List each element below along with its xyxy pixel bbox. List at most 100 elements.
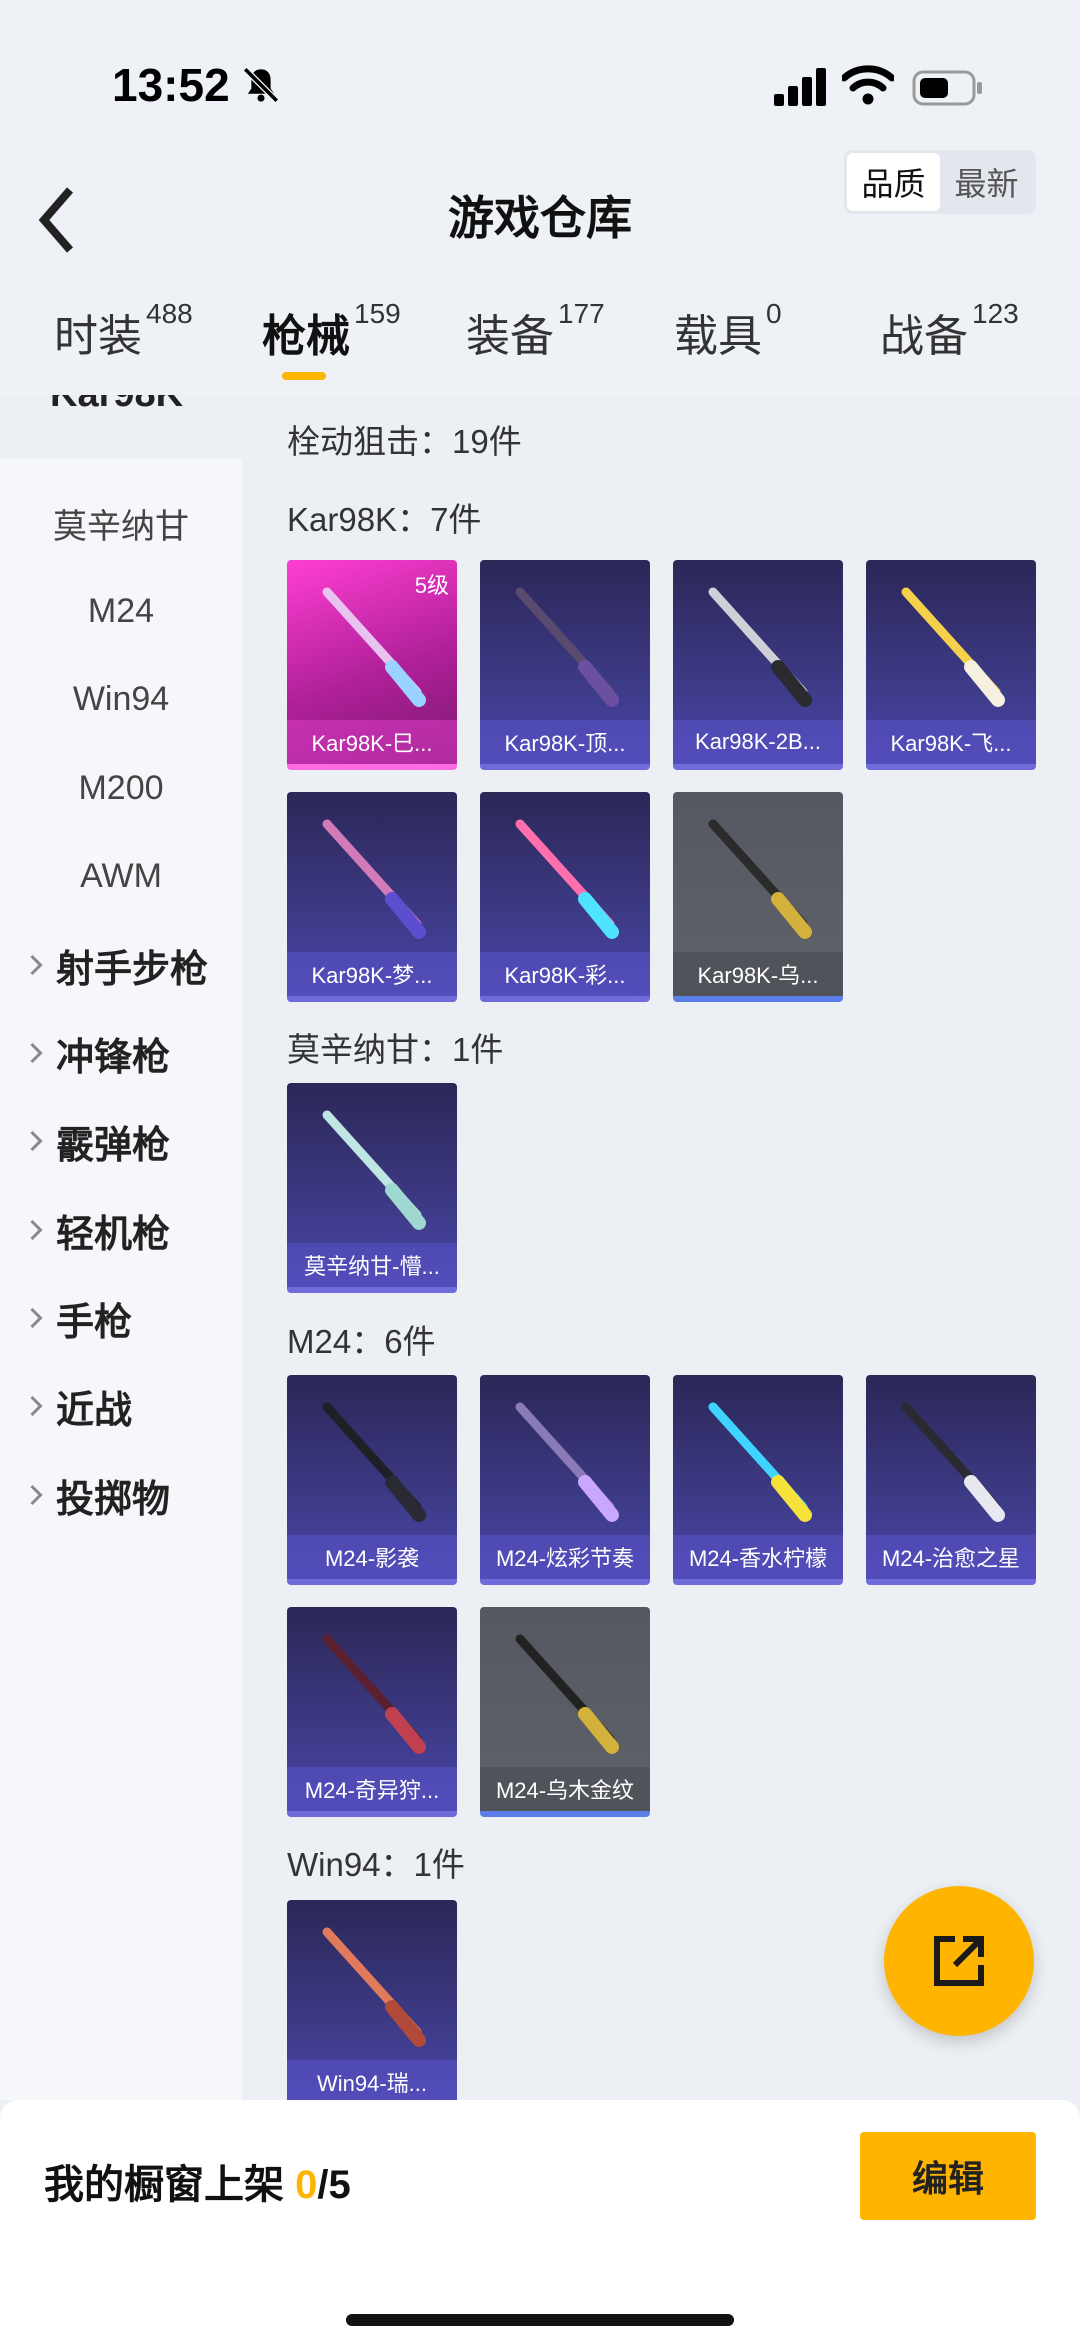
skin-name: M24-影袭	[287, 1535, 457, 1579]
tab-equipment[interactable]: 装备 177	[466, 298, 605, 390]
skin-card[interactable]: Kar98K-顶...	[480, 560, 650, 770]
sidebar-category-lmg[interactable]: 轻机枪	[0, 1190, 242, 1270]
skin-card[interactable]: M24-治愈之星	[866, 1375, 1036, 1585]
rifle-icon	[322, 1634, 426, 1754]
status-time: 13:52	[112, 59, 230, 111]
skin-card[interactable]: Kar98K-梦...	[287, 792, 457, 1002]
sort-by-newest[interactable]: 最新	[940, 153, 1033, 211]
skin-name: Kar98K-彩...	[480, 952, 650, 996]
home-indicator[interactable]	[346, 2314, 734, 2326]
sidebar-item-awm[interactable]: AWM	[0, 836, 242, 916]
skin-card[interactable]: 莫辛纳甘-懵...	[287, 1083, 457, 1293]
bottom-bar: 我的橱窗上架 0/5 编辑	[0, 2100, 1080, 2348]
tab-label: 时装	[54, 312, 142, 361]
cellular-signal-icon	[774, 68, 826, 106]
group-title: 栓动狙击：19件	[287, 423, 522, 460]
sidebar-category-label: 手枪	[56, 1301, 133, 1344]
sidebar-category-label: 冲锋枪	[56, 1036, 171, 1079]
skin-name: M24-奇异狩...	[287, 1767, 457, 1811]
tab-label: 装备	[466, 312, 554, 361]
tab-outfits[interactable]: 时装 488	[54, 298, 193, 390]
rifle-icon	[901, 587, 1005, 707]
tab-label: 战备	[880, 312, 968, 361]
skin-card[interactable]: M24-炫彩节奏	[480, 1375, 650, 1585]
skin-card[interactable]: 5级 Kar98K-巳...	[287, 560, 457, 770]
sidebar-category-label: 近战	[56, 1389, 133, 1432]
skin-name: Win94-瑞...	[287, 2060, 457, 2100]
skin-name: M24-乌木金纹	[480, 1767, 650, 1811]
sidebar-category-smg[interactable]: 冲锋枪	[0, 1013, 242, 1093]
sidebar-selected-label: Kar98K	[50, 395, 183, 416]
skin-card[interactable]: Kar98K-乌...	[673, 792, 843, 1002]
tab-label: 载具	[674, 312, 762, 361]
sidebar-item-m200[interactable]: M200	[0, 748, 242, 828]
chevron-right-icon	[30, 1042, 43, 1064]
skin-name: Kar98K-梦...	[287, 952, 457, 996]
skin-name: Kar98K-巳...	[287, 720, 457, 764]
tab-count: 488	[146, 298, 193, 329]
chevron-right-icon	[30, 1307, 43, 1329]
rifle-icon	[708, 819, 812, 939]
tab-supplies[interactable]: 战备 123	[880, 298, 1019, 390]
sidebar-category-dmr[interactable]: 射手步枪	[0, 925, 242, 1005]
sidebar-item-m24[interactable]: M24	[0, 571, 242, 651]
showcase-used-count: 0	[295, 2163, 318, 2207]
skin-card[interactable]: M24-奇异狩...	[287, 1607, 457, 1817]
sort-by-quality[interactable]: 品质	[847, 153, 940, 211]
skin-level: 5级	[414, 573, 449, 598]
chevron-right-icon	[30, 1484, 43, 1506]
tab-count: 123	[972, 298, 1019, 329]
share-button[interactable]	[884, 1886, 1034, 2036]
sidebar-category-shotgun[interactable]: 霰弹枪	[0, 1101, 242, 1181]
skin-card[interactable]: M24-乌木金纹	[480, 1607, 650, 1817]
rifle-icon	[322, 1402, 426, 1522]
tab-count: 0	[766, 298, 782, 329]
skin-card[interactable]: Win94-瑞...	[287, 1900, 457, 2100]
share-icon	[934, 1936, 984, 1986]
rifle-icon	[515, 1402, 619, 1522]
weapon-grid: 栓动狙击：19件 Kar98K：7件 5级 Kar98K-巳... Kar98K…	[242, 395, 1080, 2100]
sidebar-category-label: 霰弹枪	[56, 1124, 171, 1167]
skin-name: Kar98K-2B...	[673, 720, 843, 764]
skin-name: M24-炫彩节奏	[480, 1535, 650, 1579]
edit-button[interactable]: 编辑	[860, 2132, 1036, 2220]
category-tabs: 时装 488 枪械 159 装备 177 载具 0 战备 123	[0, 298, 1080, 395]
status-bar: 13:52	[0, 0, 1080, 130]
chevron-right-icon	[30, 1219, 43, 1241]
skin-name: Kar98K-乌...	[673, 952, 843, 996]
rifle-icon	[515, 1634, 619, 1754]
bell-off-icon	[243, 67, 279, 103]
rifle-icon	[322, 1927, 426, 2047]
showcase-status: 我的橱窗上架 0/5	[44, 2152, 351, 2210]
sidebar-category-throwables[interactable]: 投掷物	[0, 1455, 242, 1535]
chevron-right-icon	[30, 1130, 43, 1152]
sidebar-item-mosin[interactable]: 莫辛纳甘	[0, 483, 242, 563]
skin-name: M24-香水柠檬	[673, 1535, 843, 1579]
tab-vehicles[interactable]: 载具 0	[674, 298, 782, 390]
showcase-label: 我的橱窗上架	[44, 2163, 284, 2207]
skin-card[interactable]: M24-香水柠檬	[673, 1375, 843, 1585]
skin-name: M24-治愈之星	[866, 1535, 1036, 1579]
section-title: Win94：1件	[287, 1846, 465, 1883]
skin-name: Kar98K-顶...	[480, 720, 650, 764]
rifle-icon	[901, 1402, 1005, 1522]
sidebar-category-melee[interactable]: 近战	[0, 1366, 242, 1446]
rifle-icon	[322, 1110, 426, 1230]
section-title: 莫辛纳甘：1件	[287, 1031, 504, 1068]
sidebar-item-win94[interactable]: Win94	[0, 659, 242, 739]
sidebar-category-label: 投掷物	[56, 1478, 171, 1521]
skin-card[interactable]: Kar98K-彩...	[480, 792, 650, 1002]
chevron-right-icon	[30, 954, 43, 976]
sidebar-item-selected[interactable]: Kar98K	[0, 395, 242, 458]
rifle-icon	[322, 819, 426, 939]
section-title: Kar98K：7件	[287, 501, 482, 538]
skin-name: Kar98K-飞...	[866, 720, 1036, 764]
skin-card[interactable]: M24-影袭	[287, 1375, 457, 1585]
sort-toggle: 品质 最新	[844, 150, 1036, 214]
skin-card[interactable]: Kar98K-2B...	[673, 560, 843, 770]
sidebar-category-pistol[interactable]: 手枪	[0, 1278, 242, 1358]
header: 游戏仓库 品质 最新 时装 488 枪械 159 装备 177 载具 0 战备 …	[0, 130, 1080, 395]
skin-card[interactable]: Kar98K-飞...	[866, 560, 1036, 770]
sidebar-category-label: 射手步枪	[56, 948, 209, 991]
tab-count: 159	[354, 298, 401, 329]
